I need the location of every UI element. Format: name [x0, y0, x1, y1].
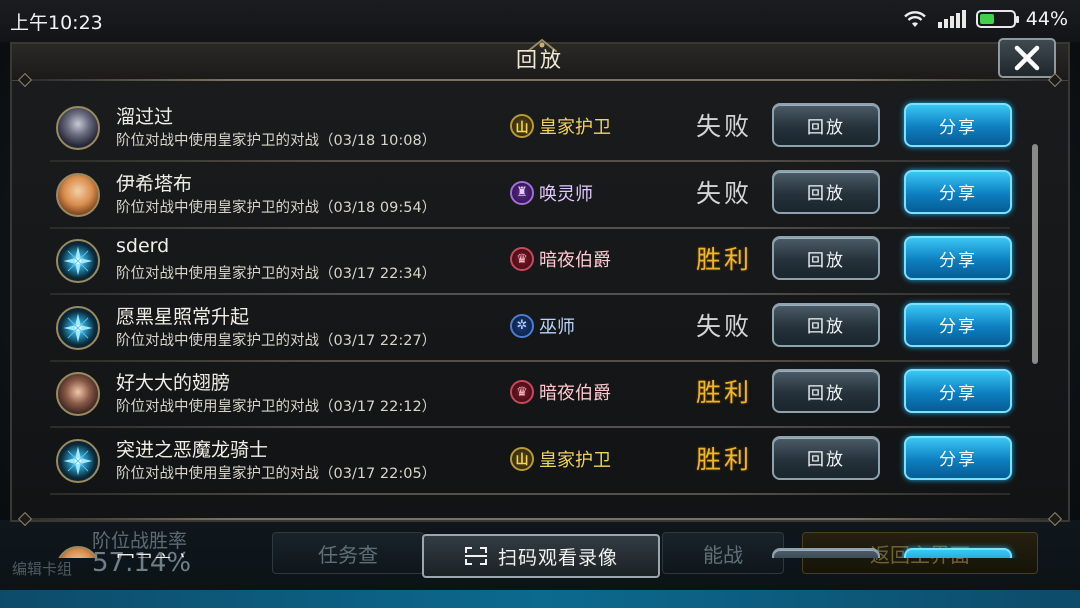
replay-button[interactable]	[772, 548, 880, 558]
match-description: 阶位对战中使用皇家护卫的对战（03/18 10:08）	[116, 133, 437, 149]
class-tag: ♜ 唤灵师	[510, 180, 593, 206]
replay-button[interactable]: 回放	[772, 236, 880, 280]
crystal-avatar	[56, 239, 100, 283]
player-name: 回忌之六	[116, 548, 192, 558]
replay-dialog: 回放 溜过过 阶位对战中使用皇家护卫的对战（03/18 10:08） 山 皇家护…	[10, 38, 1070, 558]
edit-deck-label: 编辑卡组	[12, 560, 73, 578]
signal-icon	[937, 10, 966, 28]
skull-avatar	[56, 106, 100, 150]
class-name: 巫师	[539, 316, 575, 338]
replay-button[interactable]: 回放	[772, 302, 880, 347]
royal-icon: 山	[510, 114, 534, 138]
share-button[interactable]: 分享	[904, 169, 1012, 214]
match-description: 阶位对战中使用皇家护卫的对战（03/17 22:05）	[116, 465, 437, 482]
match-description: 阶位对战中使用皇家护卫的对战（03/17 22:34）	[116, 266, 437, 282]
player-name: 好大大的翅膀	[116, 372, 231, 394]
replay-row: 伊希塔布 阶位对战中使用皇家护卫的对战（03/18 09:54） ♜ 唤灵师 失…	[50, 163, 1042, 229]
match-result: 失败	[696, 178, 753, 208]
share-button[interactable]	[904, 548, 1012, 558]
replay-list: 溜过过 阶位对战中使用皇家护卫的对战（03/18 10:08） 山 皇家护卫 失…	[50, 96, 1042, 558]
player-name: sderd	[116, 235, 170, 257]
battery-percent: 44%	[1025, 8, 1068, 30]
share-button[interactable]: 分享	[904, 369, 1012, 413]
replay-button[interactable]: 回放	[772, 435, 880, 480]
list-scrollbar[interactable]	[1032, 144, 1038, 364]
share-button[interactable]: 分享	[904, 302, 1012, 347]
row-divider	[50, 492, 1010, 495]
replay-row: sderd 阶位对战中使用皇家护卫的对战（03/17 22:34） ♛ 暗夜伯爵…	[50, 229, 1042, 295]
crystal-avatar	[56, 305, 100, 350]
player-name: 伊希塔布	[116, 172, 193, 195]
share-button[interactable]: 分享	[904, 435, 1012, 480]
status-icons: 44%	[902, 8, 1068, 30]
footer-divider	[17, 511, 1063, 527]
match-description: 阶位对战中使用皇家护卫的对战（03/17 22:27）	[116, 332, 437, 349]
scan-icon	[464, 547, 487, 565]
class-tag: 山 皇家护卫	[510, 446, 611, 472]
replay-button[interactable]: 回放	[772, 169, 880, 214]
class-name: 皇家护卫	[539, 117, 611, 138]
class-name: 暗夜伯爵	[539, 250, 611, 271]
crystal-avatar	[56, 438, 100, 483]
match-result: 失败	[696, 311, 753, 341]
header-divider	[17, 72, 1063, 88]
replay-button[interactable]: 回放	[772, 103, 880, 147]
close-icon	[1014, 45, 1040, 71]
status-time: 上午10:23	[10, 12, 103, 34]
wifi-icon	[903, 11, 926, 27]
replay-button[interactable]: 回放	[772, 369, 880, 413]
match-result: 失败	[696, 112, 753, 141]
night-count-icon: ♛	[510, 247, 534, 271]
class-name: 唤灵师	[539, 183, 593, 205]
match-result: 胜利	[696, 444, 753, 474]
night-count-icon: ♛	[510, 380, 534, 404]
share-button[interactable]: 分享	[904, 236, 1012, 280]
dialog-title: 回放	[516, 48, 564, 72]
match-description: 阶位对战中使用皇家护卫的对战（03/17 22:12）	[116, 399, 437, 415]
class-name: 皇家护卫	[539, 449, 611, 471]
class-tag: ✲ 巫师	[510, 313, 575, 339]
match-result: 胜利	[696, 245, 753, 274]
class-tag: 山 皇家护卫	[510, 113, 611, 139]
player-name: 愿黑星照常升起	[116, 305, 250, 328]
scan-replay-button[interactable]: 扫码观看录像	[422, 534, 660, 578]
replay-row: 突进之恶魔龙骑士 阶位对战中使用皇家护卫的对战（03/17 22:05） 山 皇…	[50, 429, 1042, 495]
girl-avatar	[56, 172, 100, 217]
battery-icon	[975, 10, 1019, 28]
scan-button-label: 扫码观看录像	[497, 546, 618, 569]
class-tag: ♛ 暗夜伯爵	[510, 379, 611, 405]
mage-icon: ✲	[510, 313, 534, 338]
status-bar: 上午10:23 44%	[0, 0, 1080, 42]
dark-girl-avatar	[56, 372, 100, 416]
class-tag: ♛ 暗夜伯爵	[510, 246, 611, 272]
girl-avatar	[56, 546, 100, 558]
royal-icon: 山	[510, 446, 534, 471]
class-name: 暗夜伯爵	[539, 383, 611, 404]
replay-row: 溜过过 阶位对战中使用皇家护卫的对战（03/18 10:08） 山 皇家护卫 失…	[50, 96, 1042, 162]
close-button[interactable]	[998, 38, 1056, 78]
replay-row: 好大大的翅膀 阶位对战中使用皇家护卫的对战（03/17 22:12） ♛ 暗夜伯…	[50, 362, 1042, 428]
replay-row: 愿黑星照常升起 阶位对战中使用皇家护卫的对战（03/17 22:27） ✲ 巫师…	[50, 296, 1042, 362]
match-description: 阶位对战中使用皇家护卫的对战（03/18 09:54）	[116, 199, 437, 216]
match-result: 胜利	[696, 378, 753, 407]
player-name: 突进之恶魔龙骑士	[116, 438, 269, 461]
dialog-header: 回放	[12, 38, 1068, 81]
bottom-strip	[0, 590, 1080, 608]
player-name: 溜过过	[116, 106, 174, 128]
share-button[interactable]: 分享	[904, 103, 1012, 147]
summoner-icon: ♜	[510, 180, 534, 205]
